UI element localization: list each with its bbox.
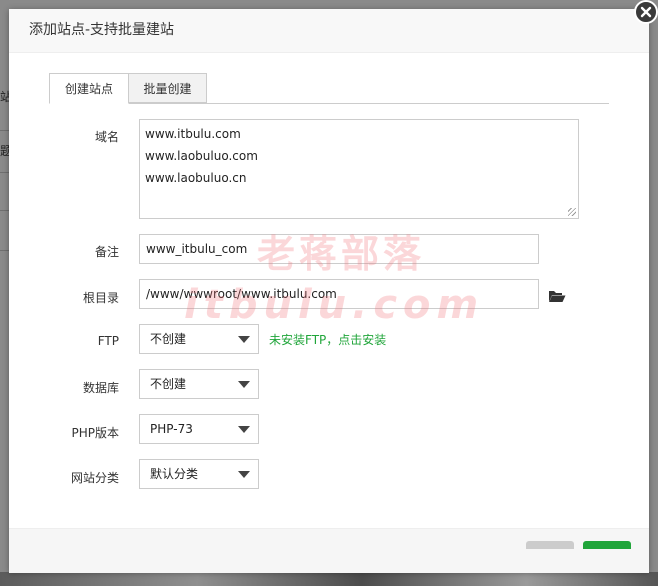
- tab-bar: 创建站点 批量创建: [49, 73, 609, 104]
- chevron-down-icon: [238, 471, 250, 478]
- install-ftp-link[interactable]: 未安装FTP，点击安装: [269, 333, 386, 347]
- watermark-text: 老蒋部落: [257, 232, 426, 276]
- ftp-select[interactable]: 不创建: [139, 324, 259, 354]
- note-label: 备注: [94, 245, 119, 259]
- close-button[interactable]: [634, 0, 658, 24]
- domain-line: www.itbulu.com: [145, 127, 241, 141]
- php-version-select[interactable]: PHP-73: [139, 414, 259, 444]
- php-version-select-value: PHP-73: [150, 422, 193, 436]
- domain-line: www.laobuluo.com: [145, 149, 258, 163]
- dialog-footer: [9, 528, 649, 573]
- chevron-down-icon: [238, 381, 250, 388]
- submit-button[interactable]: [583, 541, 631, 549]
- database-select[interactable]: 不创建: [139, 369, 259, 399]
- site-category-select-value: 默认分类: [150, 467, 199, 481]
- domain-line: www.laobuluo.cn: [145, 171, 247, 185]
- php-version-label: PHP版本: [71, 426, 120, 440]
- dialog-header: 添加站点-支持批量建站: [9, 9, 649, 53]
- dialog-title: 添加站点-支持批量建站: [29, 22, 175, 38]
- background-bottom-strip: [0, 572, 658, 586]
- folder-open-icon[interactable]: [548, 289, 566, 303]
- add-site-dialog: 添加站点-支持批量建站 创建站点 批量创建 域名 www.itbulu.com …: [9, 9, 649, 573]
- site-category-label: 网站分类: [70, 471, 119, 485]
- ftp-label: FTP: [97, 334, 119, 348]
- root-dir-label: 根目录: [82, 291, 119, 305]
- chevron-down-icon: [238, 426, 250, 433]
- domain-textarea[interactable]: www.itbulu.com www.laobuluo.com www.laob…: [139, 119, 579, 219]
- database-select-value: 不创建: [150, 377, 187, 391]
- watermark-text: itbulu.com: [184, 282, 485, 328]
- chevron-down-icon: [238, 336, 250, 343]
- resize-grip-icon[interactable]: [568, 208, 576, 216]
- ftp-select-value: 不创建: [150, 332, 187, 346]
- site-category-select[interactable]: 默认分类: [139, 459, 259, 489]
- tab-batch-create[interactable]: 批量创建: [129, 73, 207, 103]
- domain-label: 域名: [94, 130, 119, 144]
- tab-create-site[interactable]: 创建站点: [49, 73, 129, 104]
- cancel-button[interactable]: [526, 541, 574, 549]
- close-icon: [640, 6, 652, 18]
- database-label: 数据库: [82, 381, 119, 395]
